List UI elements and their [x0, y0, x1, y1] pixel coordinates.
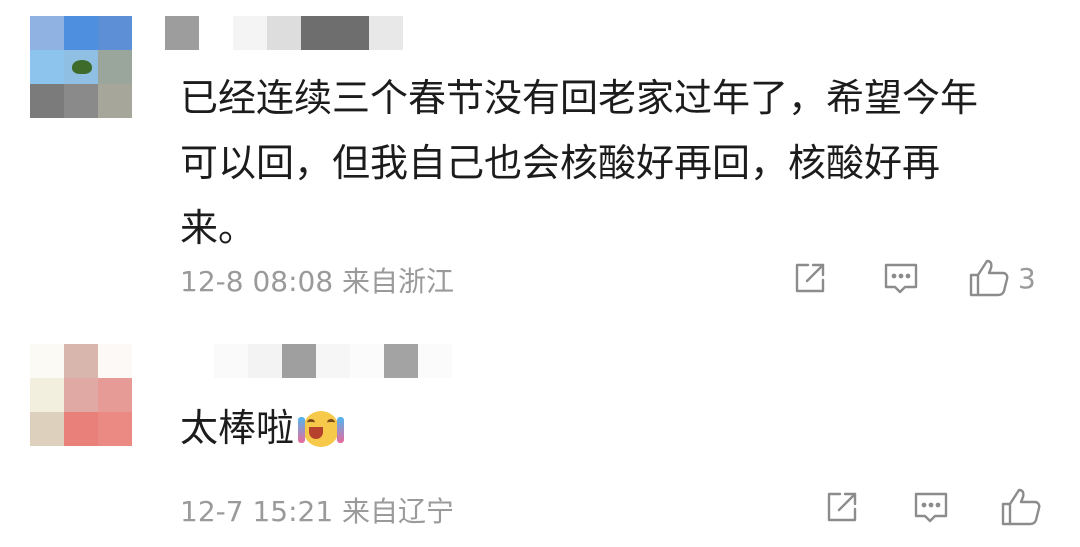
comment-text: 已经连续三个春节没有回老家过年了，希望今年 可以回，但我自己也会核酸好再回，核酸… [180, 76, 979, 250]
like-button[interactable]: 3 [968, 258, 1036, 298]
avatar-pixel [30, 344, 64, 378]
avatar-pixel [30, 16, 64, 50]
comment-icon [914, 492, 948, 523]
username-blurred[interactable] [165, 16, 403, 50]
avatar-pixel [98, 16, 132, 50]
avatar-pixel [64, 412, 98, 446]
thumbs-up-icon [1001, 488, 1041, 526]
name-pixel [165, 16, 199, 50]
avatar-pixel [98, 50, 132, 84]
tree-icon [72, 60, 92, 74]
name-pixel [316, 344, 350, 378]
name-pixel [384, 344, 418, 378]
name-pixel [180, 344, 214, 378]
comment-text-content: 太棒啦 [180, 406, 295, 450]
avatar-pixel [30, 412, 64, 446]
username-blurred[interactable] [180, 344, 486, 378]
avatar[interactable] [30, 16, 132, 118]
avatar-pixel [64, 378, 98, 412]
name-pixel [282, 344, 316, 378]
avatar-pixel [30, 50, 64, 84]
name-pixel [301, 16, 369, 50]
reply-button[interactable] [912, 490, 950, 526]
timestamp: 12-8 08:08 [180, 265, 334, 298]
thumbs-up-icon [969, 259, 1009, 297]
name-pixel [248, 344, 282, 378]
avatar-pixel [98, 84, 132, 118]
avatar-pixel [30, 84, 64, 118]
avatar-pixel [98, 412, 132, 446]
timestamp: 12-7 15:21 [180, 495, 334, 528]
avatar-pixel [64, 50, 98, 84]
reply-button[interactable] [882, 261, 920, 297]
avatar-pixel [98, 344, 132, 378]
name-pixel [214, 344, 248, 378]
comment-meta: 12-7 15:21 来自辽宁 [180, 490, 454, 530]
avatar-pixel [64, 84, 98, 118]
location: 来自浙江 [342, 265, 455, 298]
share-icon [827, 492, 857, 522]
name-pixel [233, 16, 267, 50]
comment-icon [884, 263, 918, 294]
share-button[interactable] [824, 489, 860, 525]
avatar-pixel [64, 344, 98, 378]
like-button[interactable] [1000, 487, 1042, 527]
name-pixel [350, 344, 384, 378]
name-pixel [452, 344, 486, 378]
comment-item: 太棒啦 12-7 15:21 来自辽宁 [0, 320, 1080, 547]
avatar-pixel [64, 16, 98, 50]
name-pixel [199, 16, 233, 50]
share-icon [795, 263, 825, 293]
avatar-pixel [98, 378, 132, 412]
like-count: 3 [1018, 261, 1036, 295]
avatar-pixel [30, 378, 64, 412]
avatar[interactable] [30, 344, 132, 446]
share-button[interactable] [792, 260, 828, 296]
comment-text: 太棒啦 [180, 398, 680, 458]
name-pixel [267, 16, 301, 50]
comment-item: 已经连续三个春节没有回老家过年了，希望今年 可以回，但我自己也会核酸好再回，核酸… [0, 0, 1080, 320]
comment-meta: 12-8 08:08 来自浙江 [180, 260, 454, 300]
cheering-face-emoji-icon [298, 409, 345, 449]
name-pixel [418, 344, 452, 378]
name-pixel [369, 16, 403, 50]
location: 来自辽宁 [342, 495, 455, 528]
